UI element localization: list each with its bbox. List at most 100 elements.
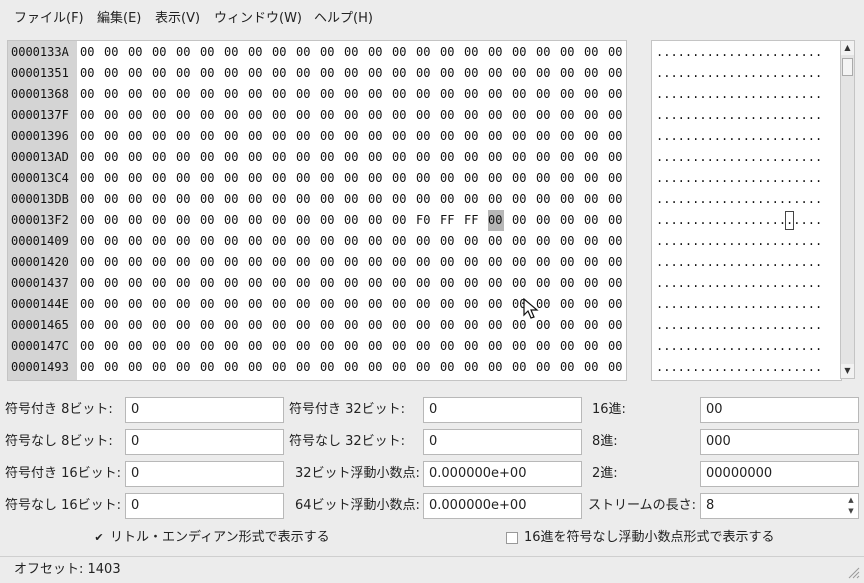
ascii-pane[interactable]: ........................................…	[651, 40, 842, 381]
hex-byte[interactable]: 00	[392, 63, 408, 84]
hex-byte[interactable]: 00	[200, 63, 216, 84]
hex-byte[interactable]: 00	[152, 231, 168, 252]
hex-byte[interactable]: 00	[296, 357, 312, 378]
hex-byte[interactable]: 00	[200, 294, 216, 315]
hex-byte[interactable]: 00	[368, 273, 384, 294]
hex-byte[interactable]: 00	[464, 231, 480, 252]
hex-byte[interactable]: 00	[224, 84, 240, 105]
hex-byte[interactable]: 00	[536, 84, 552, 105]
hex-byte[interactable]: 00	[368, 210, 384, 231]
hex-byte[interactable]: 00	[416, 168, 432, 189]
hex-byte[interactable]: 00	[272, 252, 288, 273]
hex-byte[interactable]: 00	[344, 315, 360, 336]
vertical-scrollbar[interactable]: ▲ ▼	[840, 40, 855, 379]
hex-byte[interactable]: 00	[392, 336, 408, 357]
hex-byte[interactable]: 00	[344, 126, 360, 147]
hex-byte[interactable]: 00	[536, 63, 552, 84]
hex-byte[interactable]: 00	[248, 126, 264, 147]
hex-byte[interactable]: 00	[80, 42, 96, 63]
hex-byte[interactable]: 00	[80, 63, 96, 84]
hex-byte[interactable]: 00	[320, 189, 336, 210]
hex-byte[interactable]: 00	[104, 168, 120, 189]
hex-byte[interactable]: 00	[176, 126, 192, 147]
hex-byte[interactable]: 00	[560, 315, 576, 336]
hex-byte[interactable]: 00	[608, 357, 624, 378]
hex-byte[interactable]: 00	[584, 126, 600, 147]
hex-byte[interactable]: 00	[608, 147, 624, 168]
hex-byte[interactable]: 00	[248, 168, 264, 189]
hex-byte[interactable]: 00	[608, 105, 624, 126]
hex-byte[interactable]: 00	[224, 126, 240, 147]
hex-byte[interactable]: 00	[248, 357, 264, 378]
hex-byte[interactable]: 00	[128, 189, 144, 210]
hex-byte[interactable]: 00	[128, 147, 144, 168]
hex-byte[interactable]: 00	[608, 42, 624, 63]
hex-byte[interactable]: 00	[392, 231, 408, 252]
hex-byte[interactable]: 00	[320, 63, 336, 84]
hex-byte[interactable]: 00	[584, 168, 600, 189]
hex-byte[interactable]: 00	[416, 273, 432, 294]
unsigned-8bit-field[interactable]: 0	[125, 429, 284, 455]
hex-byte[interactable]: 00	[560, 105, 576, 126]
hex-byte[interactable]: 00	[128, 210, 144, 231]
hex-byte[interactable]: 00	[536, 231, 552, 252]
hex-byte[interactable]: 00	[344, 231, 360, 252]
hex-byte[interactable]: 00	[512, 231, 528, 252]
hex-byte[interactable]: 00	[560, 42, 576, 63]
hex-byte[interactable]: 00	[416, 357, 432, 378]
hex-byte[interactable]: 00	[416, 294, 432, 315]
hex-byte[interactable]: 00	[248, 84, 264, 105]
hex-byte[interactable]: 00	[296, 84, 312, 105]
hex-byte[interactable]: 00	[584, 357, 600, 378]
hex-byte[interactable]: 00	[224, 294, 240, 315]
hex-byte[interactable]: 00	[416, 315, 432, 336]
hex-byte[interactable]: 00	[560, 357, 576, 378]
hex-byte[interactable]: 00	[248, 63, 264, 84]
hex-byte[interactable]: 00	[440, 273, 456, 294]
octal-field[interactable]: 000	[700, 429, 859, 455]
hex-byte[interactable]: 00	[272, 336, 288, 357]
hex-byte[interactable]: 00	[560, 189, 576, 210]
hex-byte[interactable]: 00	[368, 252, 384, 273]
hex-byte[interactable]: 00	[80, 147, 96, 168]
hex-byte[interactable]: 00	[248, 147, 264, 168]
hex-byte[interactable]: 00	[464, 252, 480, 273]
hex-byte[interactable]: 00	[368, 63, 384, 84]
hex-byte[interactable]: 00	[416, 189, 432, 210]
hex-byte[interactable]: 00	[128, 273, 144, 294]
hex-byte[interactable]: 00	[104, 63, 120, 84]
hex-byte[interactable]: 00	[320, 84, 336, 105]
hex-byte[interactable]: 00	[176, 168, 192, 189]
hex-byte[interactable]: 00	[152, 84, 168, 105]
hex-byte[interactable]: 00	[608, 126, 624, 147]
unsigned-32bit-field[interactable]: 0	[423, 429, 582, 455]
hex-byte[interactable]: 00	[224, 42, 240, 63]
hex-byte[interactable]: 00	[272, 189, 288, 210]
hex-byte[interactable]: 00	[464, 105, 480, 126]
hex-byte[interactable]: 00	[536, 126, 552, 147]
hex-byte[interactable]: 00	[104, 210, 120, 231]
float-64bit-field[interactable]: 0.000000e+00	[423, 493, 582, 519]
hex-byte[interactable]: 00	[584, 105, 600, 126]
hex-byte[interactable]: 00	[176, 105, 192, 126]
hex-byte[interactable]: 00	[176, 84, 192, 105]
hex-byte[interactable]: 00	[272, 210, 288, 231]
hex-byte[interactable]: 00	[320, 315, 336, 336]
hex-byte[interactable]: 00	[104, 126, 120, 147]
hex-byte[interactable]: 00	[320, 126, 336, 147]
hex-byte[interactable]: 00	[440, 168, 456, 189]
hex-byte[interactable]: 00	[176, 147, 192, 168]
hex-byte[interactable]: 00	[368, 105, 384, 126]
hex-byte[interactable]: 00	[440, 357, 456, 378]
hex-byte[interactable]: 00	[584, 231, 600, 252]
hex-byte[interactable]: 00	[368, 357, 384, 378]
hex-byte[interactable]: 00	[200, 357, 216, 378]
unsigned-16bit-field[interactable]: 0	[125, 493, 284, 519]
hex-byte[interactable]: 00	[512, 252, 528, 273]
hex-byte[interactable]: 00	[512, 63, 528, 84]
hex-byte[interactable]: 00	[104, 315, 120, 336]
hex-byte[interactable]: 00	[176, 294, 192, 315]
hex-byte[interactable]: 00	[584, 336, 600, 357]
hex-byte[interactable]: 00	[152, 294, 168, 315]
hex-byte[interactable]: 00	[248, 210, 264, 231]
